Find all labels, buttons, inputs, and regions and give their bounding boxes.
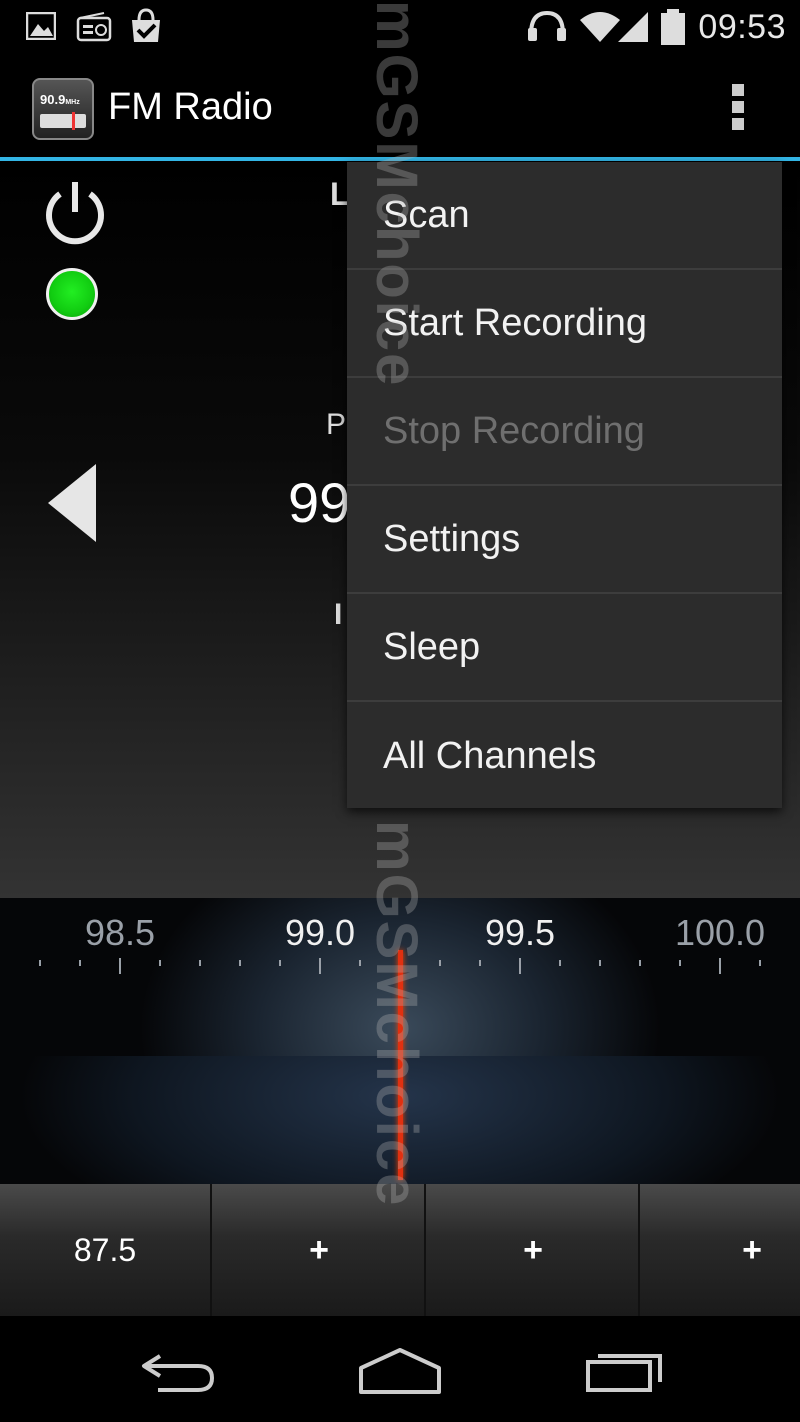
info-label: I bbox=[334, 598, 343, 631]
overflow-menu-icon[interactable] bbox=[728, 84, 748, 134]
add-preset-button[interactable]: + bbox=[640, 1184, 800, 1316]
prev-station-icon[interactable] bbox=[46, 462, 98, 544]
add-preset-button[interactable]: + bbox=[428, 1184, 640, 1316]
home-icon[interactable] bbox=[358, 1346, 442, 1396]
recent-apps-icon[interactable] bbox=[584, 1346, 666, 1396]
gallery-icon bbox=[26, 12, 56, 40]
menu-item-sleep[interactable]: Sleep bbox=[347, 594, 782, 702]
tick-label: 99.0 bbox=[284, 912, 356, 953]
app-icon-needle bbox=[72, 112, 75, 130]
tick-label: 98.5 bbox=[84, 912, 156, 953]
menu-item-stop-recording: Stop Recording bbox=[347, 378, 782, 486]
tick-label: 100.0 bbox=[674, 912, 766, 953]
shopping-bag-icon bbox=[132, 8, 160, 42]
watermark: mGSMchoice bbox=[364, 0, 429, 388]
app-icon-dial bbox=[40, 114, 86, 128]
back-icon[interactable] bbox=[138, 1346, 218, 1396]
watermark: mGSMchoice bbox=[364, 820, 429, 1208]
battery-icon bbox=[661, 9, 685, 45]
app-icon-label: 90.9MHz bbox=[40, 92, 80, 107]
app-icon[interactable]: 90.9MHz bbox=[32, 78, 94, 140]
preset-label: P bbox=[326, 408, 347, 441]
menu-item-settings[interactable]: Settings bbox=[347, 486, 782, 594]
clock: 09:53 bbox=[698, 8, 786, 46]
frequency-display: 99 bbox=[288, 471, 351, 534]
signal-icon bbox=[618, 12, 648, 42]
tick-label: 99.5 bbox=[484, 912, 556, 953]
app-title: FM Radio bbox=[108, 86, 273, 128]
preset-button[interactable]: 87.5 bbox=[0, 1184, 212, 1316]
radio-icon bbox=[76, 12, 112, 42]
power-icon[interactable] bbox=[42, 178, 108, 248]
menu-item-all-channels[interactable]: All Channels bbox=[347, 702, 782, 810]
headphones-icon bbox=[528, 10, 566, 41]
status-indicator bbox=[46, 268, 98, 320]
